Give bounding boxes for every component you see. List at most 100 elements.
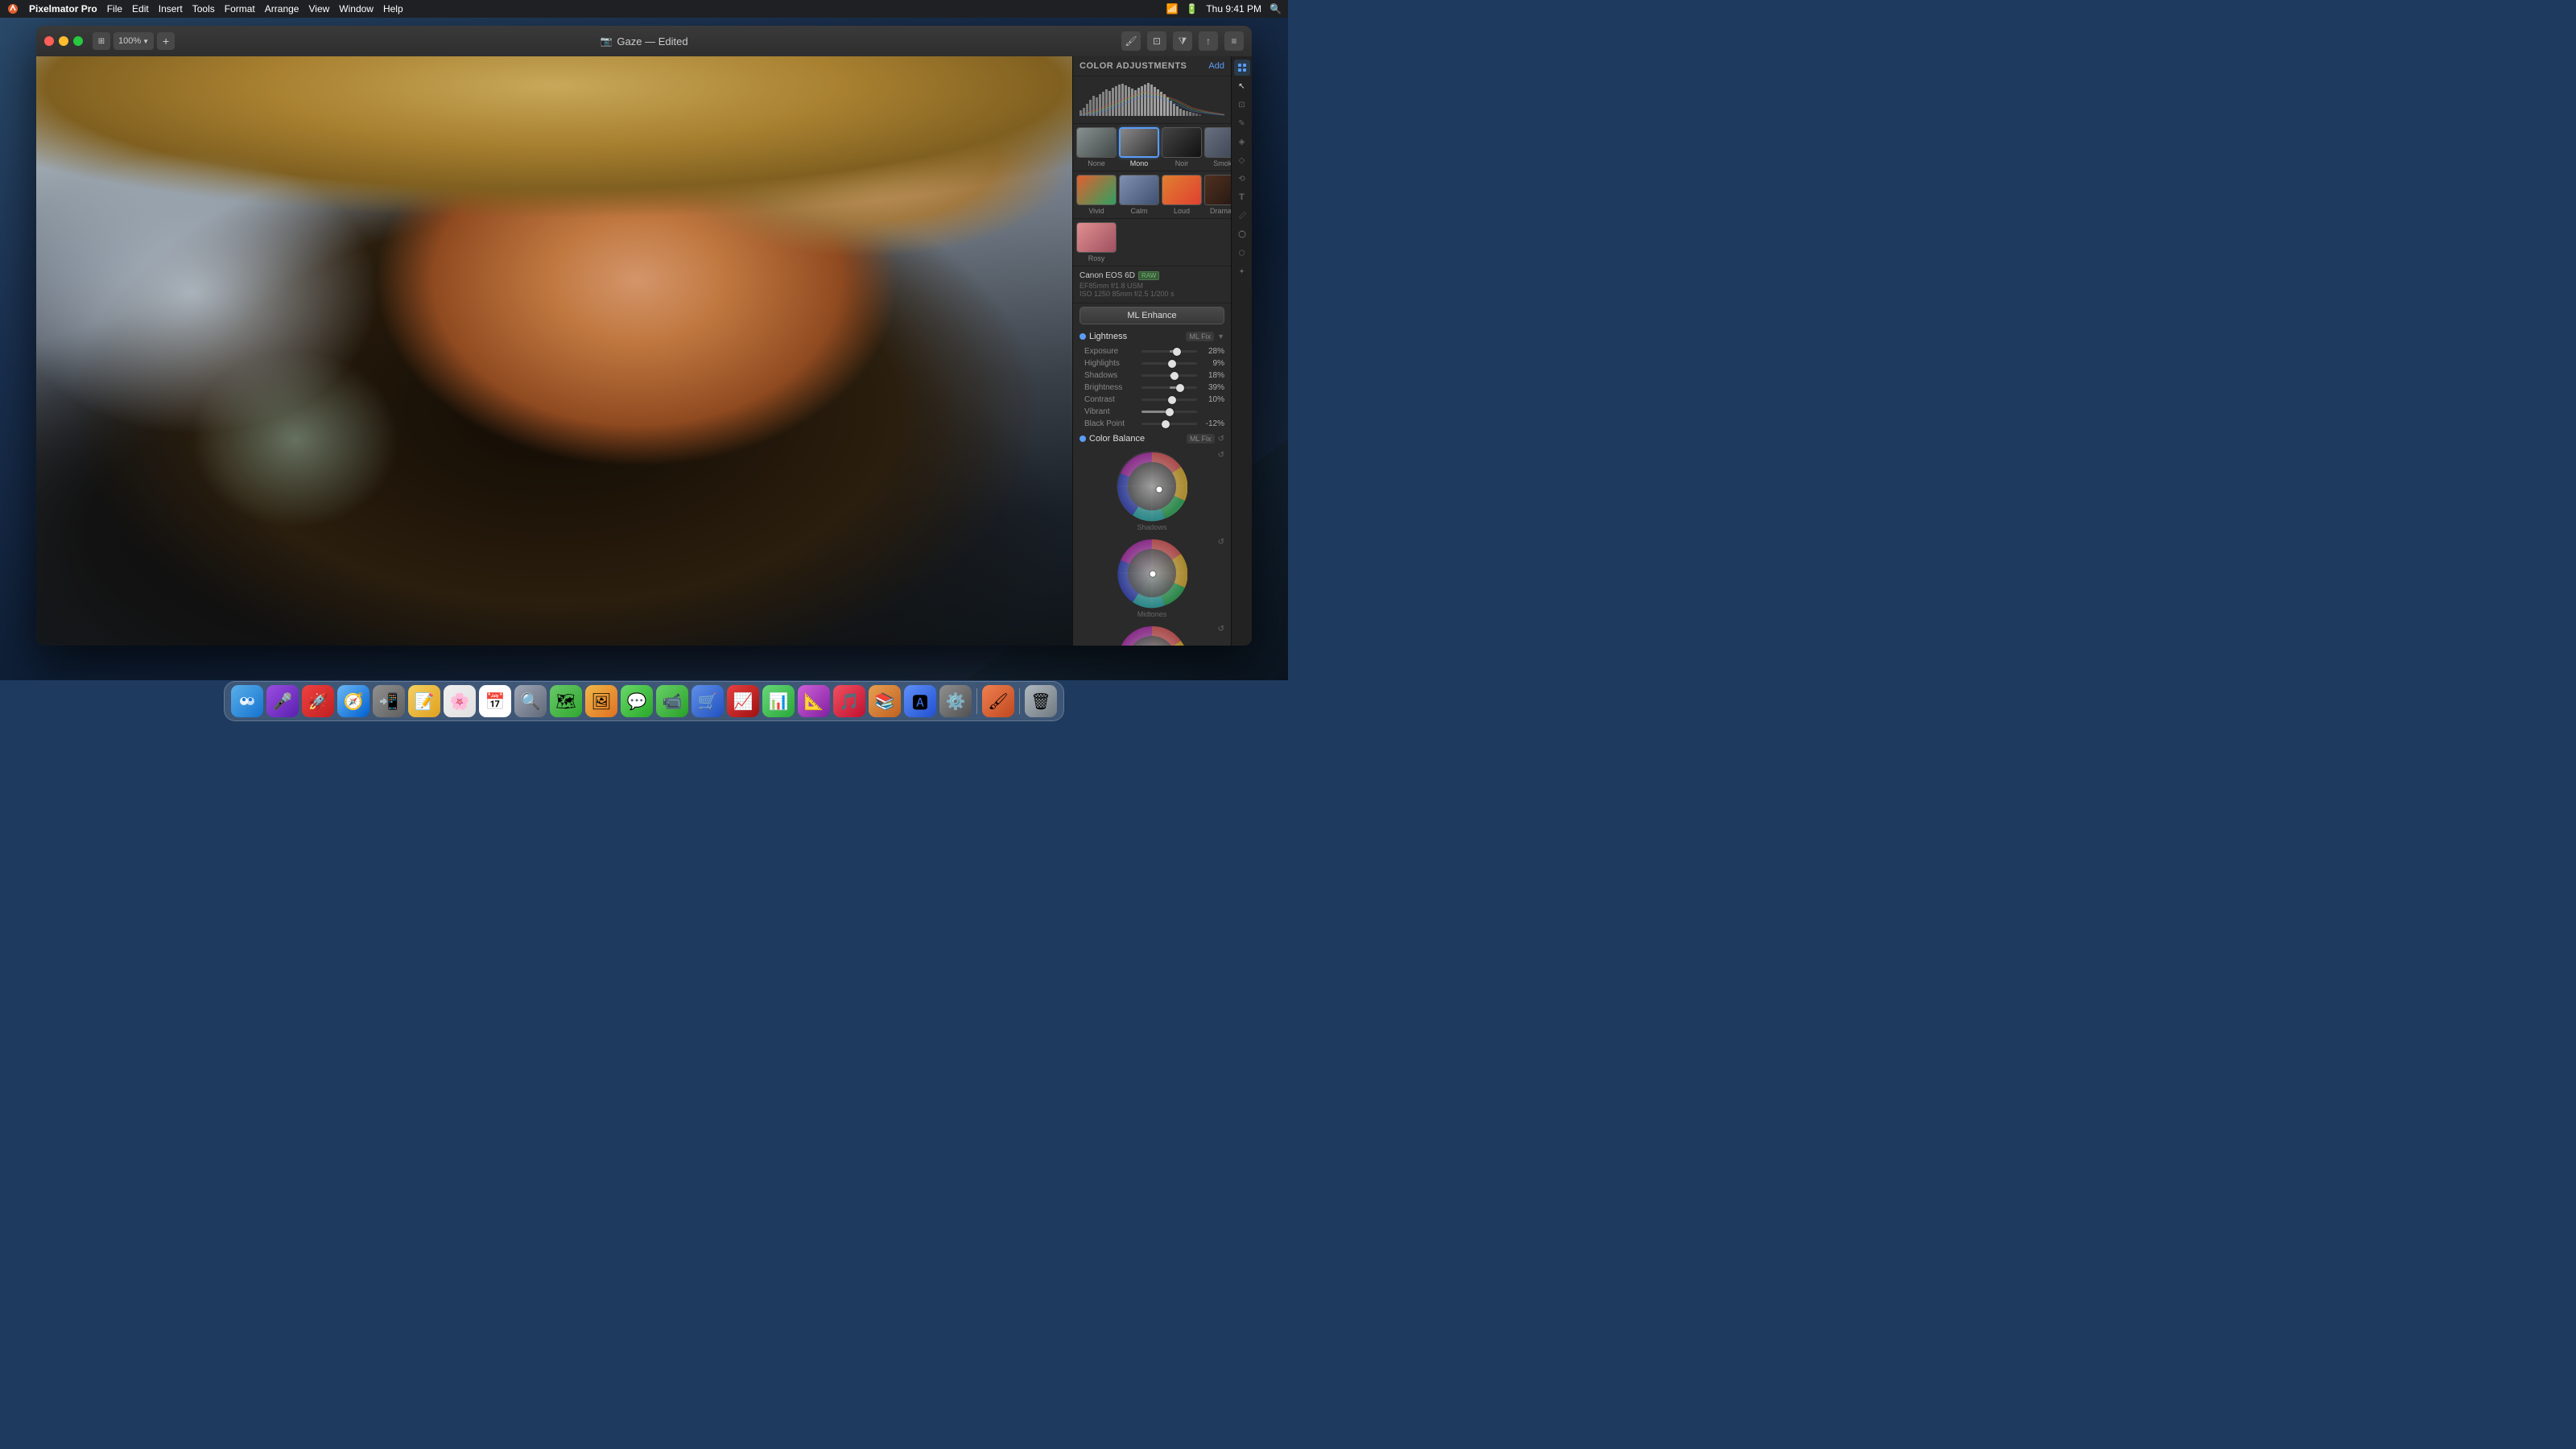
photos-icon[interactable]: 🌸 bbox=[444, 685, 476, 717]
heal-tool[interactable]: ◈ bbox=[1234, 134, 1250, 150]
zoom-level: 100% bbox=[118, 36, 141, 46]
preset-smoky[interactable]: Smoky bbox=[1204, 127, 1231, 167]
menu-window[interactable]: Window bbox=[339, 3, 374, 14]
color-balance-reset[interactable]: ↺ bbox=[1218, 435, 1224, 444]
midtones-wheel-section: ↺ bbox=[1073, 535, 1231, 621]
menu-edit[interactable]: Edit bbox=[132, 3, 149, 14]
midtones-wheel-reset[interactable]: ↺ bbox=[1218, 538, 1224, 547]
music-icon[interactable]: 🎵 bbox=[833, 685, 865, 717]
shadows-slider[interactable] bbox=[1141, 374, 1197, 377]
minimize-button[interactable] bbox=[59, 36, 68, 46]
gallery-icon[interactable]: 🖼 bbox=[585, 685, 617, 717]
vibrant-slider-row: Vibrant bbox=[1073, 406, 1231, 418]
store-icon[interactable]: 🛒 bbox=[691, 685, 724, 717]
migration-icon[interactable]: 📲 bbox=[373, 685, 405, 717]
more-icon[interactable]: ≡ bbox=[1224, 31, 1244, 51]
crop-icon[interactable]: ⊡ bbox=[1147, 31, 1166, 51]
preset-loud[interactable]: Loud bbox=[1162, 175, 1202, 215]
shadows-wheel-reset[interactable]: ↺ bbox=[1218, 451, 1224, 460]
finder-icon[interactable] bbox=[231, 685, 263, 717]
brightness-slider[interactable] bbox=[1141, 386, 1197, 389]
view-toggle-btn[interactable]: ⊞ bbox=[93, 32, 110, 50]
facetime-icon[interactable]: 📹 bbox=[656, 685, 688, 717]
preset-calm[interactable]: Calm bbox=[1119, 175, 1159, 215]
trash-dock-icon[interactable]: 🗑 bbox=[1025, 685, 1057, 717]
maps-icon[interactable]: 🗺 bbox=[550, 685, 582, 717]
adjustments-panel: COLOR ADJUSTMENTS Add bbox=[1073, 56, 1231, 646]
paint-icon[interactable]: 🖌 bbox=[1121, 31, 1141, 51]
menu-help[interactable]: Help bbox=[383, 3, 403, 14]
contrast-slider[interactable] bbox=[1141, 398, 1197, 401]
eyedropper-tool[interactable] bbox=[1234, 208, 1250, 224]
notes-icon[interactable]: 📝 bbox=[408, 685, 440, 717]
highlights-wheel-reset[interactable]: ↺ bbox=[1218, 625, 1224, 634]
color-balance-section-header[interactable]: Color Balance ML Fix ↺ bbox=[1073, 430, 1231, 448]
crop-tool[interactable]: ⊡ bbox=[1234, 97, 1250, 113]
blackpoint-thumb[interactable] bbox=[1162, 420, 1170, 428]
numbers-icon[interactable]: 📊 bbox=[762, 685, 795, 717]
keynote-icon[interactable]: 📐 bbox=[798, 685, 830, 717]
preset-noir[interactable]: Noir bbox=[1162, 127, 1202, 167]
safari-icon[interactable]: 🧭 bbox=[337, 685, 369, 717]
menu-format[interactable]: Format bbox=[225, 3, 255, 14]
add-adjustment-button[interactable]: Add bbox=[1208, 61, 1224, 71]
rotate-tool[interactable]: ⟲ bbox=[1234, 171, 1250, 187]
presets-tool[interactable] bbox=[1234, 60, 1250, 76]
launchpad-icon[interactable]: 🚀 bbox=[302, 685, 334, 717]
vibrant-slider[interactable] bbox=[1141, 411, 1197, 413]
preset-mono[interactable]: Mono bbox=[1119, 127, 1159, 167]
midtones-color-wheel[interactable] bbox=[1117, 538, 1187, 609]
stocks-icon[interactable]: 📈 bbox=[727, 685, 759, 717]
app-name[interactable]: Pixelmator Pro bbox=[29, 3, 97, 14]
preset-vivid[interactable]: Vivid bbox=[1076, 175, 1117, 215]
appstore-icon[interactable]: 🅰 bbox=[904, 685, 936, 717]
pen-tool[interactable] bbox=[1234, 226, 1250, 242]
siri-icon[interactable]: 🎤 bbox=[266, 685, 299, 717]
books-icon[interactable]: 📚 bbox=[869, 685, 901, 717]
lightness-section-header[interactable]: Lightness ML Fix ▼ bbox=[1073, 328, 1231, 345]
highlights-slider-row: Highlights 9% bbox=[1073, 357, 1231, 369]
calendar-icon[interactable]: 📅 bbox=[479, 685, 511, 717]
menu-file[interactable]: File bbox=[107, 3, 122, 14]
zoom-display: 100% ▼ bbox=[114, 32, 154, 50]
highlights-slider[interactable] bbox=[1141, 362, 1197, 365]
menu-insert[interactable]: Insert bbox=[159, 3, 183, 14]
highlights-thumb[interactable] bbox=[1168, 360, 1176, 368]
text-tool[interactable]: T bbox=[1234, 189, 1250, 205]
stamp-tool[interactable]: ⬡ bbox=[1234, 245, 1250, 261]
pixelmator-dock-icon[interactable]: 🖌 bbox=[982, 685, 1014, 717]
brightness-thumb[interactable] bbox=[1176, 384, 1184, 392]
select-tool[interactable]: ↖ bbox=[1234, 78, 1250, 94]
exposure-thumb[interactable] bbox=[1173, 348, 1181, 356]
preset-rosy[interactable]: Rosy bbox=[1076, 222, 1117, 262]
shadows-color-wheel[interactable] bbox=[1117, 451, 1187, 522]
exposure-slider[interactable] bbox=[1141, 350, 1197, 353]
blackpoint-slider[interactable] bbox=[1141, 423, 1197, 425]
contrast-thumb[interactable] bbox=[1168, 396, 1176, 404]
vibrant-thumb[interactable] bbox=[1166, 408, 1174, 416]
zoom-add-button[interactable]: + bbox=[157, 32, 175, 50]
adjust-icon[interactable]: ⧩ bbox=[1173, 31, 1192, 51]
preset-none[interactable]: None bbox=[1076, 127, 1117, 167]
brush-tool[interactable]: ✎ bbox=[1234, 115, 1250, 131]
menu-arrange[interactable]: Arrange bbox=[265, 3, 299, 14]
brightness-slider-row: Brightness 39% bbox=[1073, 382, 1231, 394]
shadows-thumb[interactable] bbox=[1170, 372, 1179, 380]
share-icon[interactable]: ↑ bbox=[1199, 31, 1218, 51]
ml-fix-badge[interactable]: ML Fix bbox=[1186, 332, 1214, 341]
sysprefs-icon[interactable]: ⚙️ bbox=[939, 685, 972, 717]
preset-dramatic[interactable]: Dramatic bbox=[1204, 175, 1231, 215]
quicklook-icon[interactable]: 🔍 bbox=[514, 685, 547, 717]
messages-icon[interactable]: 💬 bbox=[621, 685, 653, 717]
highlights-wheel-svg bbox=[1117, 625, 1187, 646]
menu-view[interactable]: View bbox=[308, 3, 329, 14]
menu-tools[interactable]: Tools bbox=[192, 3, 215, 14]
shape-tool[interactable]: ◇ bbox=[1234, 152, 1250, 168]
maximize-button[interactable] bbox=[73, 36, 83, 46]
star-tool[interactable]: ✦ bbox=[1234, 263, 1250, 279]
close-button[interactable] bbox=[44, 36, 54, 46]
search-icon[interactable]: 🔍 bbox=[1269, 3, 1282, 14]
ml-enhance-button[interactable]: ML Enhance bbox=[1080, 307, 1224, 324]
color-balance-ml-fix[interactable]: ML Fix bbox=[1187, 434, 1215, 444]
highlights-color-wheel[interactable] bbox=[1117, 625, 1187, 646]
